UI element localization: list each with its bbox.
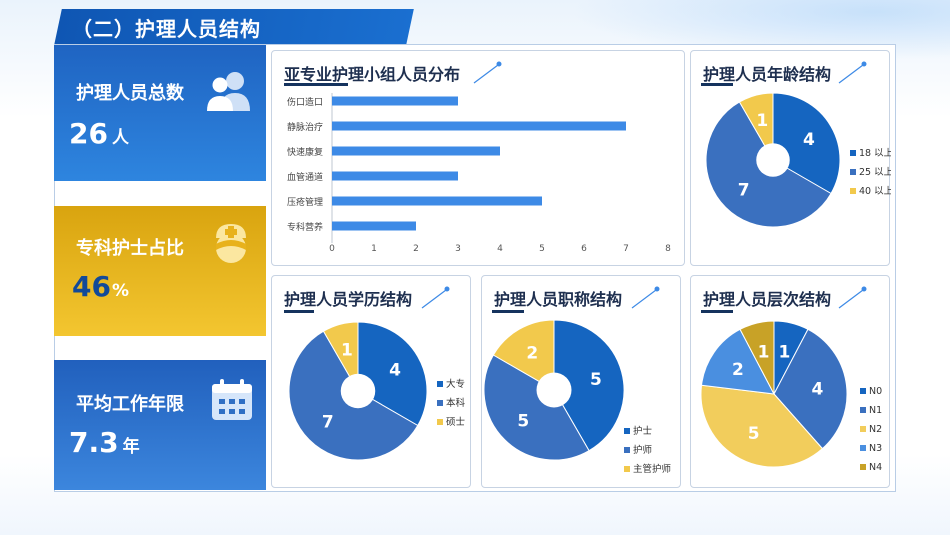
- kpi-total-label: 护理人员总数: [76, 83, 184, 104]
- nurse-icon: [216, 224, 246, 263]
- category-label: 血管通道: [287, 171, 323, 183]
- slice-value-label: 7: [322, 412, 334, 432]
- pie-chart-level: 14521N0N1N2N3N4: [700, 320, 882, 473]
- legend-label: 主管护师: [633, 463, 671, 475]
- bar-chart-groups: 0 1 2 3 4 5 6 7 8 伤口造口静脉治疗快速康复血管通道压疮管理专科营养: [287, 93, 671, 254]
- legend-label: 本科: [446, 397, 466, 409]
- legend-label: 护师: [633, 444, 652, 456]
- donut-hole: [756, 143, 790, 177]
- legend-swatch: [850, 169, 856, 175]
- slice-value-label: 4: [803, 130, 815, 150]
- legend-swatch: [624, 466, 630, 472]
- legend-label: N3: [869, 443, 882, 454]
- legend-swatch: [624, 428, 630, 434]
- legend-label: N2: [869, 424, 882, 435]
- kpi-years-number: 7.3: [69, 426, 119, 459]
- slice-value-label: 5: [517, 412, 529, 432]
- legend-swatch: [860, 464, 866, 470]
- legend-label: 25 以上: [859, 167, 891, 178]
- slice-value-label: 5: [748, 424, 760, 444]
- slice-value-label: 1: [341, 341, 353, 361]
- x-tick-label: 1: [371, 244, 377, 254]
- slice-value-label: 2: [732, 360, 744, 380]
- kpi-years-value: 7.3 年: [69, 426, 140, 459]
- donut-hole: [536, 372, 572, 408]
- pie-chart-age: 4 7 1 18 以上 25 以上 40 以上: [705, 92, 891, 228]
- pie-chart-education: 4 7 1 大专本科硕士: [288, 321, 466, 461]
- legend-swatch: [860, 445, 866, 451]
- kpi-specialist-value: 46%: [72, 270, 129, 303]
- panel-rank-structure: 护理人员职称结构 5 5 2 护士 护师 主管护师: [481, 275, 681, 488]
- x-tick-label: 8: [665, 244, 671, 254]
- legend-label: 护士: [633, 425, 653, 437]
- donut-hole: [340, 373, 376, 409]
- legend-swatch: [437, 419, 443, 425]
- legend-swatch: [624, 447, 630, 453]
- panel-subspecialty-groups: 亚专业护理小组人员分布 0 1 2 3 4 5 6 7 8 伤口造口 静脉治疗 快速康复 血管通道 压疮管…: [271, 50, 685, 266]
- slice-value-label: 1: [779, 342, 791, 362]
- category-label: 快速康复: [287, 146, 323, 158]
- kpi-total-nurses: 护理人员总数 26 人: [54, 45, 266, 181]
- legend-label: 18 以上: [859, 148, 891, 159]
- x-tick-label: 6: [581, 244, 587, 254]
- kpi-specialist-label: 专科护士占比: [76, 238, 184, 259]
- legend-label: N4: [869, 462, 882, 473]
- legend-swatch: [860, 388, 866, 394]
- legend-swatch: [437, 400, 443, 406]
- category-label: 压疮管理: [287, 196, 323, 208]
- legend-swatch: [850, 150, 856, 156]
- pie-chart-rank: 5 5 2 护士护师主管护师: [483, 319, 671, 475]
- legend-label: 40 以上: [859, 186, 891, 197]
- x-tick-label: 4: [497, 244, 503, 254]
- x-tick-label: 2: [413, 244, 419, 254]
- kpi-total-unit: 人: [111, 128, 129, 148]
- x-tick-label: 0: [329, 244, 335, 254]
- slice-value-label: 1: [758, 342, 770, 362]
- people-icon: [207, 72, 250, 111]
- slice-value-label: 7: [738, 180, 750, 200]
- panel-age-structure: 护理人员年龄结构 4 7 1 18 以上 25 以上 40 以上: [690, 50, 891, 266]
- legend-label: 硕士: [446, 416, 466, 428]
- x-tick-label: 5: [539, 244, 545, 254]
- legend-swatch: [850, 188, 856, 194]
- x-tick-label: 3: [455, 244, 461, 254]
- bar: [332, 96, 458, 106]
- kpi-total-value: 26 人: [69, 117, 129, 150]
- kpi-specialist-number: 46: [72, 270, 111, 303]
- slice-value-label: 2: [526, 343, 538, 363]
- category-label: 静脉治疗: [287, 121, 323, 133]
- legend-swatch: [860, 407, 866, 413]
- kpi-total-number: 26: [69, 117, 108, 150]
- kpi-specialist-ratio: 专科护士占比 46%: [54, 206, 266, 336]
- bar: [332, 146, 500, 156]
- bar: [332, 221, 416, 231]
- slice-value-label: 4: [389, 361, 401, 381]
- legend-label: 大专: [446, 378, 465, 390]
- category-label: 专科营养: [287, 221, 323, 233]
- legend-swatch: [437, 381, 443, 387]
- x-tick-label: 7: [623, 244, 629, 254]
- slice-value-label: 4: [812, 380, 824, 400]
- legend-label: N0: [869, 386, 882, 397]
- bar: [332, 121, 626, 131]
- panel-level-structure: 护理人员层次结构 1 4 5 2 1 N0 N1 N2 N3 N4: [690, 275, 890, 488]
- legend-label: N1: [869, 405, 882, 416]
- kpi-years-label: 平均工作年限: [76, 394, 184, 415]
- bar: [332, 171, 458, 181]
- kpi-years-unit: 年: [122, 437, 140, 457]
- calendar-icon: [212, 379, 252, 420]
- legend-swatch: [860, 426, 866, 432]
- slice-value-label: 1: [756, 111, 768, 131]
- bar: [332, 196, 542, 206]
- category-label: 伤口造口: [287, 96, 323, 108]
- slice-value-label: 5: [590, 370, 602, 390]
- panel-education-structure: 护理人员学历结构 4 7 1 大专 本科 硕士: [271, 275, 471, 488]
- page-title: （二）护理人员结构: [72, 17, 261, 41]
- kpi-avg-years: 平均工作年限 7.3 年: [54, 360, 266, 490]
- kpi-specialist-unit: %: [111, 281, 130, 301]
